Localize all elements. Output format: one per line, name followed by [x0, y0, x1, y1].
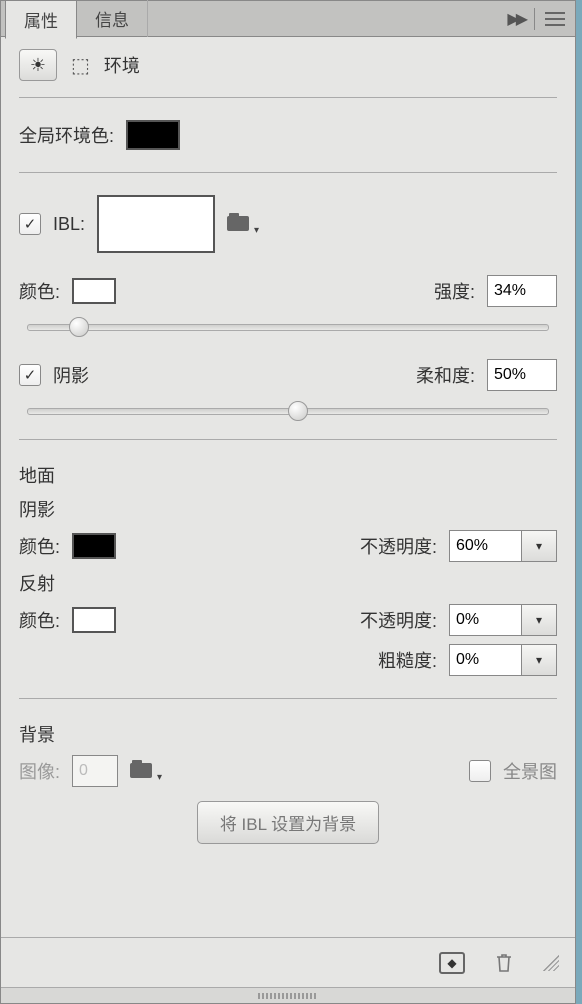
ground-shadow-opacity-input[interactable] — [449, 530, 521, 562]
ibl-intensity-input[interactable] — [487, 275, 557, 307]
ground-reflection-color-label: 颜色: — [19, 607, 60, 633]
dropdown-button[interactable]: ▾ — [521, 644, 557, 676]
ibl-label: IBL: — [53, 214, 85, 235]
shadow-label: 阴影 — [53, 362, 89, 388]
ibl-color-label: 颜色: — [19, 278, 60, 304]
ground-roughness-label: 粗糙度: — [378, 647, 437, 673]
panorama-checkbox[interactable] — [469, 760, 491, 782]
shadow-checkbox[interactable]: ✓ — [19, 364, 41, 386]
panel-title: 环境 — [104, 52, 140, 78]
panorama-label: 全景图 — [503, 758, 557, 784]
set-ibl-background-button[interactable]: 将 IBL 设置为背景 — [197, 801, 379, 844]
render-icon[interactable]: ◆ — [439, 952, 465, 974]
ibl-color-swatch[interactable] — [72, 278, 116, 304]
resize-grip-icon[interactable] — [543, 955, 559, 971]
ground-shadow-opacity-label: 不透明度: — [360, 533, 437, 559]
ground-reflection-opacity-input[interactable] — [449, 604, 521, 636]
global-env-color-swatch[interactable] — [126, 120, 180, 150]
background-title: 背景 — [19, 721, 55, 747]
ibl-image-swatch[interactable] — [97, 195, 215, 253]
panel-header: ☀ ⬚ 环境 — [1, 37, 575, 93]
ground-shadow-color-label: 颜色: — [19, 533, 60, 559]
dropdown-button[interactable]: ▾ — [521, 604, 557, 636]
ground-reflection-opacity-label: 不透明度: — [360, 607, 437, 633]
folder-icon[interactable]: ▾ — [130, 760, 158, 782]
light-icon[interactable]: ☀ — [19, 49, 57, 81]
ibl-intensity-label: 强度: — [434, 278, 475, 304]
collapse-icon[interactable]: ▶▶ — [507, 9, 524, 29]
background-image-input[interactable] — [72, 755, 118, 787]
ibl-checkbox[interactable]: ✓ — [19, 213, 41, 235]
ground-shadow-color-swatch[interactable] — [72, 533, 116, 559]
global-env-color-label: 全局环境色: — [19, 122, 114, 148]
tab-bar: 属性 信息 ▶▶ — [1, 1, 575, 37]
ground-roughness-input[interactable] — [449, 644, 521, 676]
tab-properties[interactable]: 属性 — [5, 0, 77, 39]
panel-menu-icon[interactable] — [545, 12, 565, 26]
panel-footer: ◆ — [1, 937, 575, 987]
shadow-softness-label: 柔和度: — [416, 362, 475, 388]
bottom-bar[interactable] — [1, 987, 575, 1003]
ground-title: 地面 — [19, 462, 55, 488]
tab-info[interactable]: 信息 — [77, 0, 148, 37]
ground-reflection-color-swatch[interactable] — [72, 607, 116, 633]
cube-icon[interactable]: ⬚ — [71, 53, 90, 78]
ibl-intensity-slider[interactable] — [27, 315, 549, 339]
shadow-softness-slider[interactable] — [27, 399, 549, 423]
ground-reflection-title: 反射 — [19, 570, 55, 596]
shadow-softness-input[interactable] — [487, 359, 557, 391]
folder-icon[interactable]: ▾ — [227, 213, 255, 235]
background-image-label: 图像: — [19, 758, 60, 784]
ground-shadow-title: 阴影 — [19, 496, 55, 522]
trash-icon[interactable] — [491, 950, 517, 976]
separator — [534, 8, 535, 30]
dropdown-button[interactable]: ▾ — [521, 530, 557, 562]
